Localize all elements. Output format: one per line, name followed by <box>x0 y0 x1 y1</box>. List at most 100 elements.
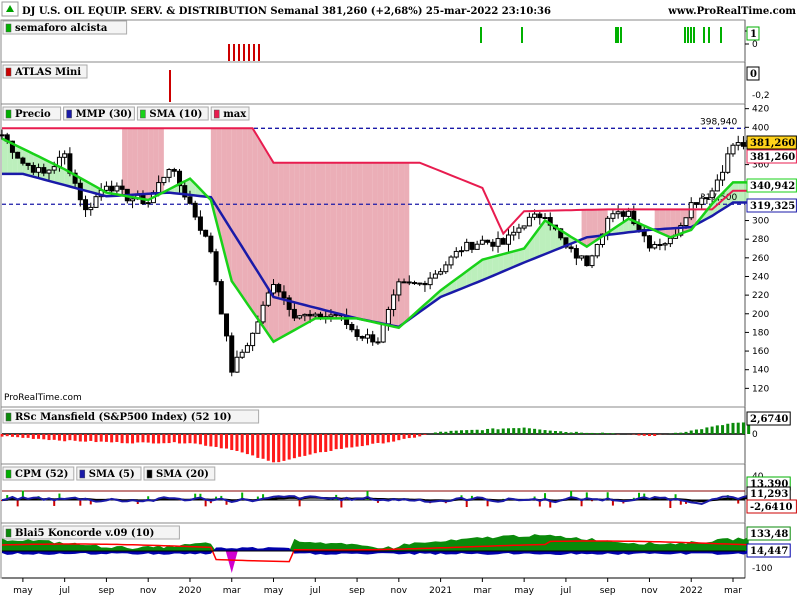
legend-label: semaforo alcista <box>15 23 108 34</box>
rsc-positive-bar <box>731 422 735 434</box>
candle <box>25 162 31 166</box>
x-tick-label: 2022 <box>680 586 703 596</box>
rsc-negative-bar <box>360 434 364 447</box>
candle <box>114 185 120 192</box>
y-tick-label: 280 <box>752 235 769 245</box>
bearish-fill <box>252 128 258 320</box>
candle <box>610 213 616 219</box>
y-tick-label: 180 <box>752 328 769 338</box>
rsc-negative-bar <box>355 434 359 447</box>
rsc-negative-bar <box>366 434 369 446</box>
rsc-positive-bar <box>449 430 453 434</box>
atlas-signal-bar <box>228 44 230 61</box>
bearish-fill <box>377 162 384 325</box>
candle <box>192 202 198 218</box>
bullish-fill <box>482 258 488 281</box>
rsc-negative-bar <box>52 434 56 440</box>
rsc-positive-bar <box>585 432 589 434</box>
rsc-negative-bar <box>256 434 260 458</box>
rsc-negative-bar <box>31 434 35 439</box>
candle <box>615 211 621 215</box>
candle <box>41 167 47 174</box>
candle <box>469 241 475 250</box>
candle <box>166 169 172 178</box>
candle <box>516 227 522 233</box>
candle <box>88 206 94 211</box>
y-tick-label: 0 <box>752 40 758 50</box>
atlas-signal-bar <box>253 44 255 61</box>
candle <box>443 264 449 273</box>
rsc-positive-bar <box>684 431 688 434</box>
x-tick-label: jul <box>309 586 321 596</box>
cpm-bar <box>737 500 740 504</box>
candle <box>662 243 668 246</box>
x-tick-label: nov <box>641 586 658 596</box>
rsc-negative-bar <box>120 434 124 444</box>
candle <box>30 164 36 173</box>
candle <box>370 334 376 343</box>
bearish-fill <box>278 162 284 339</box>
indicator-color-swatch-icon <box>140 109 146 119</box>
candle <box>265 292 271 306</box>
rsc-negative-bar <box>653 434 657 436</box>
rsc-positive-bar <box>553 430 557 434</box>
legend-label: CPM (52) <box>15 469 68 480</box>
bearish-fill <box>362 162 368 321</box>
cpm-bar <box>204 500 207 507</box>
bearish-fill <box>273 162 279 342</box>
indicator-color-swatch-icon <box>5 109 12 119</box>
bearish-fill <box>247 128 253 312</box>
cpm-bar <box>298 500 301 507</box>
atlas-signal-bar <box>238 44 240 61</box>
rsc-negative-bar <box>26 434 30 438</box>
rsc-positive-bar <box>574 431 578 434</box>
rsc-positive-bar <box>611 433 615 434</box>
x-tick-label: sep <box>349 586 365 596</box>
candle <box>51 166 57 171</box>
bearish-fill <box>320 162 326 319</box>
rsc-positive-bar <box>496 429 500 434</box>
rsc-negative-bar <box>637 434 641 436</box>
candle <box>511 231 517 236</box>
candle <box>213 251 219 283</box>
rsc-negative-bar <box>37 434 41 439</box>
rsc-negative-bar <box>287 434 291 460</box>
rsc-negative-bar <box>402 434 406 439</box>
candle <box>250 332 256 347</box>
x-tick-label: sep <box>600 586 616 596</box>
rsc-positive-bar <box>470 429 474 434</box>
bearish-fill <box>231 128 237 289</box>
candle <box>145 202 151 205</box>
candle <box>328 314 334 318</box>
rsc-negative-bar <box>115 434 119 442</box>
badge-text: -2,6410 <box>750 502 792 513</box>
bearish-fill <box>310 162 316 322</box>
rsc-positive-bar <box>580 432 584 434</box>
indicator-color-swatch-icon <box>5 469 12 479</box>
legend-label: MMP (30) <box>76 109 133 120</box>
candle <box>103 185 109 191</box>
candle <box>239 351 245 358</box>
atlas-bar <box>169 70 171 102</box>
rsc-negative-bar <box>277 434 281 463</box>
rsc-positive-bar <box>444 431 448 434</box>
candle <box>93 196 99 208</box>
badge-text: 11,293 <box>750 489 788 500</box>
rsc-negative-bar <box>266 434 270 461</box>
rsc-positive-bar <box>548 430 552 434</box>
bearish-fill <box>398 162 405 328</box>
chart-root: DJ U.S. OIL EQUIP. SERV. & DISTRIBUTION … <box>0 0 800 600</box>
rsc-negative-bar <box>136 434 140 443</box>
x-tick-label: may <box>264 586 284 596</box>
bearish-fill <box>148 128 154 201</box>
legend-label: RSc Mansfield (S&P500 Index) (52 10) <box>15 412 232 423</box>
candle <box>438 271 444 275</box>
x-tick-label: mar <box>223 586 241 596</box>
legend-label: Precio <box>15 109 51 120</box>
atlas-signal-bar <box>233 44 235 61</box>
candle <box>730 144 736 155</box>
candle <box>417 282 423 285</box>
candle <box>224 313 230 337</box>
rsc-negative-bar <box>167 434 171 444</box>
level-label: 398,940 <box>700 117 737 127</box>
